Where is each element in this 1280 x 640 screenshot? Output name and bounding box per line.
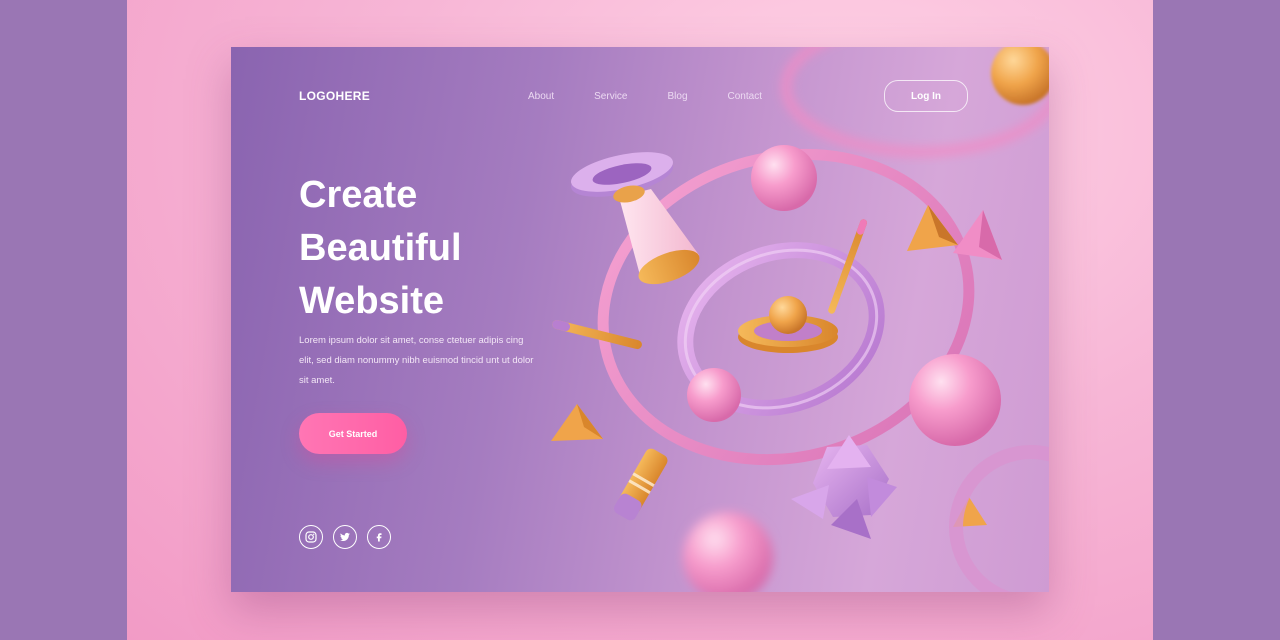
landing-page-card: LOGOHERE About Service Blog Contact Log …: [231, 47, 1049, 592]
logo[interactable]: LOGOHERE: [299, 89, 370, 103]
nav-item-contact[interactable]: Contact: [728, 91, 762, 102]
nav-item-blog[interactable]: Blog: [668, 91, 688, 102]
social-links: [299, 525, 391, 549]
twitter-icon[interactable]: [333, 525, 357, 549]
hero-description: Lorem ipsum dolor sit amet, conse ctetue…: [299, 335, 534, 386]
nav-item-about[interactable]: About: [528, 91, 554, 102]
facebook-icon[interactable]: [367, 525, 391, 549]
main-nav: About Service Blog Contact: [528, 91, 802, 102]
get-started-button[interactable]: Get Started: [299, 413, 407, 454]
screen: LOGOHERE About Service Blog Contact Log …: [0, 0, 1280, 640]
instagram-icon[interactable]: [299, 525, 323, 549]
hero-headline: Create Beautiful Website: [299, 174, 462, 322]
nav-item-service[interactable]: Service: [594, 91, 627, 102]
login-button[interactable]: Log In: [884, 80, 968, 112]
